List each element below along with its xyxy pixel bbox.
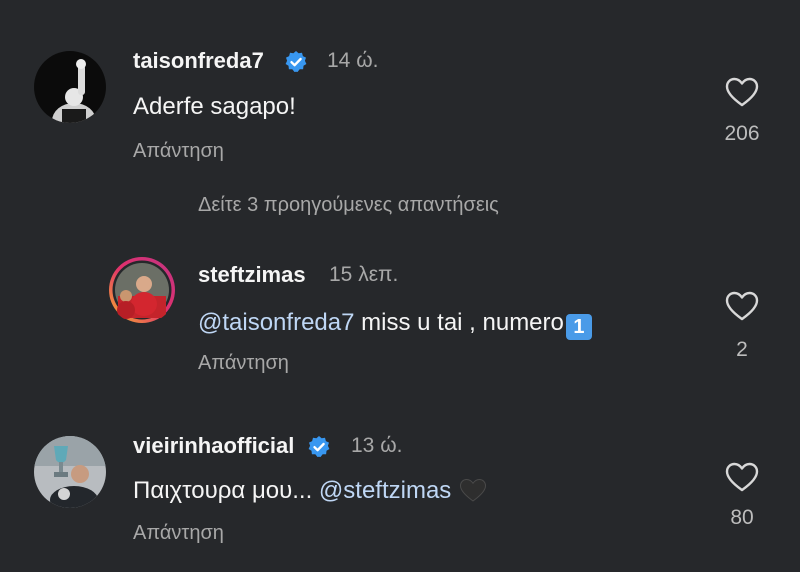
verified-badge-icon xyxy=(308,436,330,457)
like-count: 206 xyxy=(724,122,760,145)
reply-button[interactable]: Απάντηση xyxy=(198,352,289,375)
comments-thread: taisonfreda7 14 ώ. Aderfe sagapo! Απάντη… xyxy=(0,0,800,572)
avatar[interactable] xyxy=(34,51,106,123)
avatar[interactable] xyxy=(108,256,176,324)
comment-username[interactable]: steftzimas xyxy=(198,262,306,288)
mention-link[interactable]: @steftzimas xyxy=(319,477,451,504)
avatar[interactable] xyxy=(34,436,106,508)
black-heart-emoji xyxy=(460,478,487,502)
comment-body: Παιχτουρα μου... xyxy=(133,477,319,504)
comment-username[interactable]: taisonfreda7 xyxy=(133,48,264,74)
comment-time: 13 ώ. xyxy=(351,434,403,457)
reply-button[interactable]: Απάντηση xyxy=(133,140,224,163)
heart-icon[interactable] xyxy=(724,76,760,108)
view-previous-replies-link[interactable]: Δείτε 3 προηγούμενες απαντήσεις xyxy=(198,194,499,217)
comment-text: @taisonfreda7 miss u tai , numero 1 xyxy=(198,309,592,340)
verified-badge-icon xyxy=(285,51,307,72)
reply-button[interactable]: Απάντηση xyxy=(133,522,224,545)
comment-body: miss u tai , numero xyxy=(354,309,564,336)
heart-icon[interactable] xyxy=(724,461,760,493)
comment-text: Aderfe sagapo! xyxy=(133,93,296,120)
comment-time: 15 λεπ. xyxy=(329,263,399,286)
like-count: 2 xyxy=(736,338,748,361)
like-count: 80 xyxy=(730,506,754,529)
mention-link[interactable]: @taisonfreda7 xyxy=(198,309,354,336)
heart-icon[interactable] xyxy=(724,290,760,322)
comment-text: Παιχτουρα μου... @steftzimas xyxy=(133,477,487,505)
comment-username[interactable]: vieirinhaofficial xyxy=(133,433,294,459)
comment-time: 14 ώ. xyxy=(327,49,379,72)
keycap-one-emoji: 1 xyxy=(565,314,592,340)
